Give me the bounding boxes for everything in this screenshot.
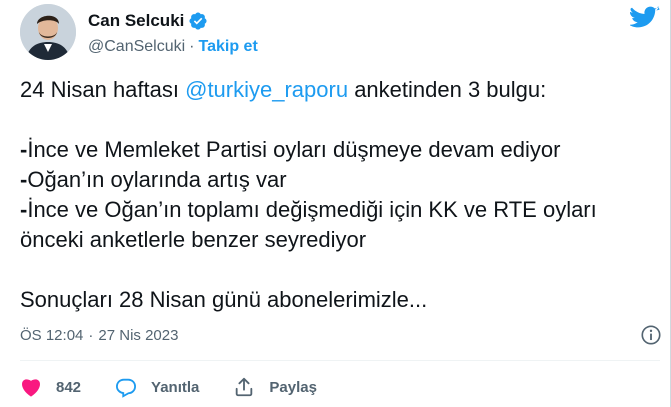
author-handle[interactable]: @CanSelcuki — [88, 38, 185, 56]
author-block: Can Selcuki @CanSelcuki · Takip et — [88, 10, 258, 56]
tweet-line-intro: 24 Nisan haftası @turkiye_raporu anketin… — [20, 75, 660, 105]
tweet-body: 24 Nisan haftası @turkiye_raporu anketin… — [20, 75, 660, 315]
author-name[interactable]: Can Selcuki — [88, 11, 184, 31]
share-icon — [236, 377, 253, 397]
info-icon[interactable] — [640, 324, 662, 346]
intro-suffix: anketinden 3 bulgu: — [348, 77, 547, 102]
intro-prefix: 24 Nisan haftası — [20, 77, 186, 102]
reply-button[interactable]: Yanıtla — [115, 376, 199, 398]
tweet-header: Can Selcuki @CanSelcuki · Takip et — [20, 4, 660, 64]
twitter-bird-icon[interactable] — [630, 6, 660, 32]
share-label: Paylaş — [269, 378, 317, 396]
bullet-text: İnce ve Oğan’ın toplamı değişmediği için… — [27, 197, 597, 222]
avatar[interactable] — [20, 4, 76, 60]
reply-icon — [116, 378, 137, 398]
meta-separator: · — [88, 327, 94, 344]
tweet-bullet-2: -Oğan’ın oylarında artış var — [20, 165, 660, 195]
mention-link[interactable]: @turkiye_raporu — [185, 77, 348, 102]
tweet-actions: 842 Yanıtla Paylaş — [20, 376, 351, 398]
follow-button[interactable]: Takip et — [199, 38, 258, 56]
bullet-text: İnce ve Memleket Partisi oyları düşmeye … — [27, 137, 561, 162]
share-button[interactable]: Paylaş — [233, 376, 317, 398]
tweet-card: Can Selcuki @CanSelcuki · Takip et 24 Ni… — [0, 0, 671, 407]
tweet-meta: ÖS 12:04 · 27 Nis 2023 — [20, 327, 178, 344]
bullet-text: Oğan’ın oylarında artış var — [27, 167, 287, 192]
tweet-bullet-1: -İnce ve Memleket Partisi oyları düşmeye… — [20, 135, 660, 165]
tweet-date[interactable]: 27 Nis 2023 — [98, 327, 178, 344]
tweet-bullet-3: -İnce ve Oğan’ın toplamı değişmediği içi… — [20, 195, 660, 225]
handle-separator: · — [189, 38, 195, 55]
heart-icon — [22, 379, 40, 397]
avatar-image — [20, 4, 76, 60]
reply-label: Yanıtla — [151, 378, 200, 396]
tweet-time[interactable]: ÖS 12:04 — [20, 327, 83, 344]
tweet-bullet-3-cont: önceki anketlerle benzer seyrediyor — [20, 227, 367, 252]
like-button[interactable]: 842 — [20, 377, 81, 397]
divider — [20, 360, 660, 361]
verified-badge-icon — [189, 12, 207, 30]
like-count: 842 — [56, 378, 82, 396]
tweet-last-line: Sonuçları 28 Nisan günü abonelerimizle..… — [20, 287, 428, 312]
